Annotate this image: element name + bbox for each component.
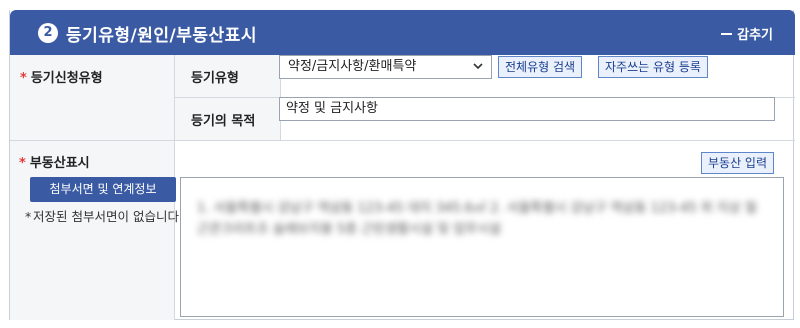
- required-mark: *: [20, 71, 27, 86]
- minus-icon: [721, 32, 733, 35]
- collapse-button[interactable]: 감추기: [721, 24, 773, 43]
- collapse-label: 감추기: [737, 28, 773, 43]
- required-mark: *: [19, 156, 26, 171]
- note-star: *: [25, 209, 32, 224]
- attachments-button[interactable]: 첨부서면 및 연계정보: [30, 177, 176, 202]
- property-section-label: * 부동산표시: [19, 156, 90, 171]
- registration-type-select[interactable]: 약정/금지사항/환매특약: [279, 55, 492, 79]
- attachments-note: * 저장된 첨부서면이 없습니다.: [25, 209, 183, 224]
- registration-type-value: 약정/금지사항/환매특약: [288, 59, 417, 74]
- divider: [10, 140, 795, 141]
- search-all-types-button[interactable]: 전체유형 검색: [498, 56, 583, 78]
- section-title: 등기유형/원인/부동산표시: [66, 26, 257, 46]
- chevron-down-icon: [473, 63, 483, 70]
- property-description-textarea[interactable]: 1. 서울특별시 강남구 역삼동 123-45 대지 345.6㎡ 2. 서울특…: [180, 177, 784, 317]
- step-number-badge: 2: [38, 23, 58, 43]
- purpose-label: 등기의 목적: [191, 114, 256, 129]
- section-header: 2 등기유형/원인/부동산표시 감추기: [10, 10, 795, 55]
- register-frequent-type-button[interactable]: 자주쓰는 유형 등록: [598, 56, 708, 78]
- registration-type-section-label: * 등기신청유형: [20, 71, 103, 86]
- property-description-text: 1. 서울특별시 강남구 역삼동 123-45 대지 345.6㎡ 2. 서울특…: [197, 201, 757, 237]
- property-input-button[interactable]: 부동산 입력: [701, 152, 775, 174]
- purpose-field[interactable]: 약정 및 금지사항: [279, 97, 775, 121]
- registration-type-label: 등기유형: [191, 71, 239, 86]
